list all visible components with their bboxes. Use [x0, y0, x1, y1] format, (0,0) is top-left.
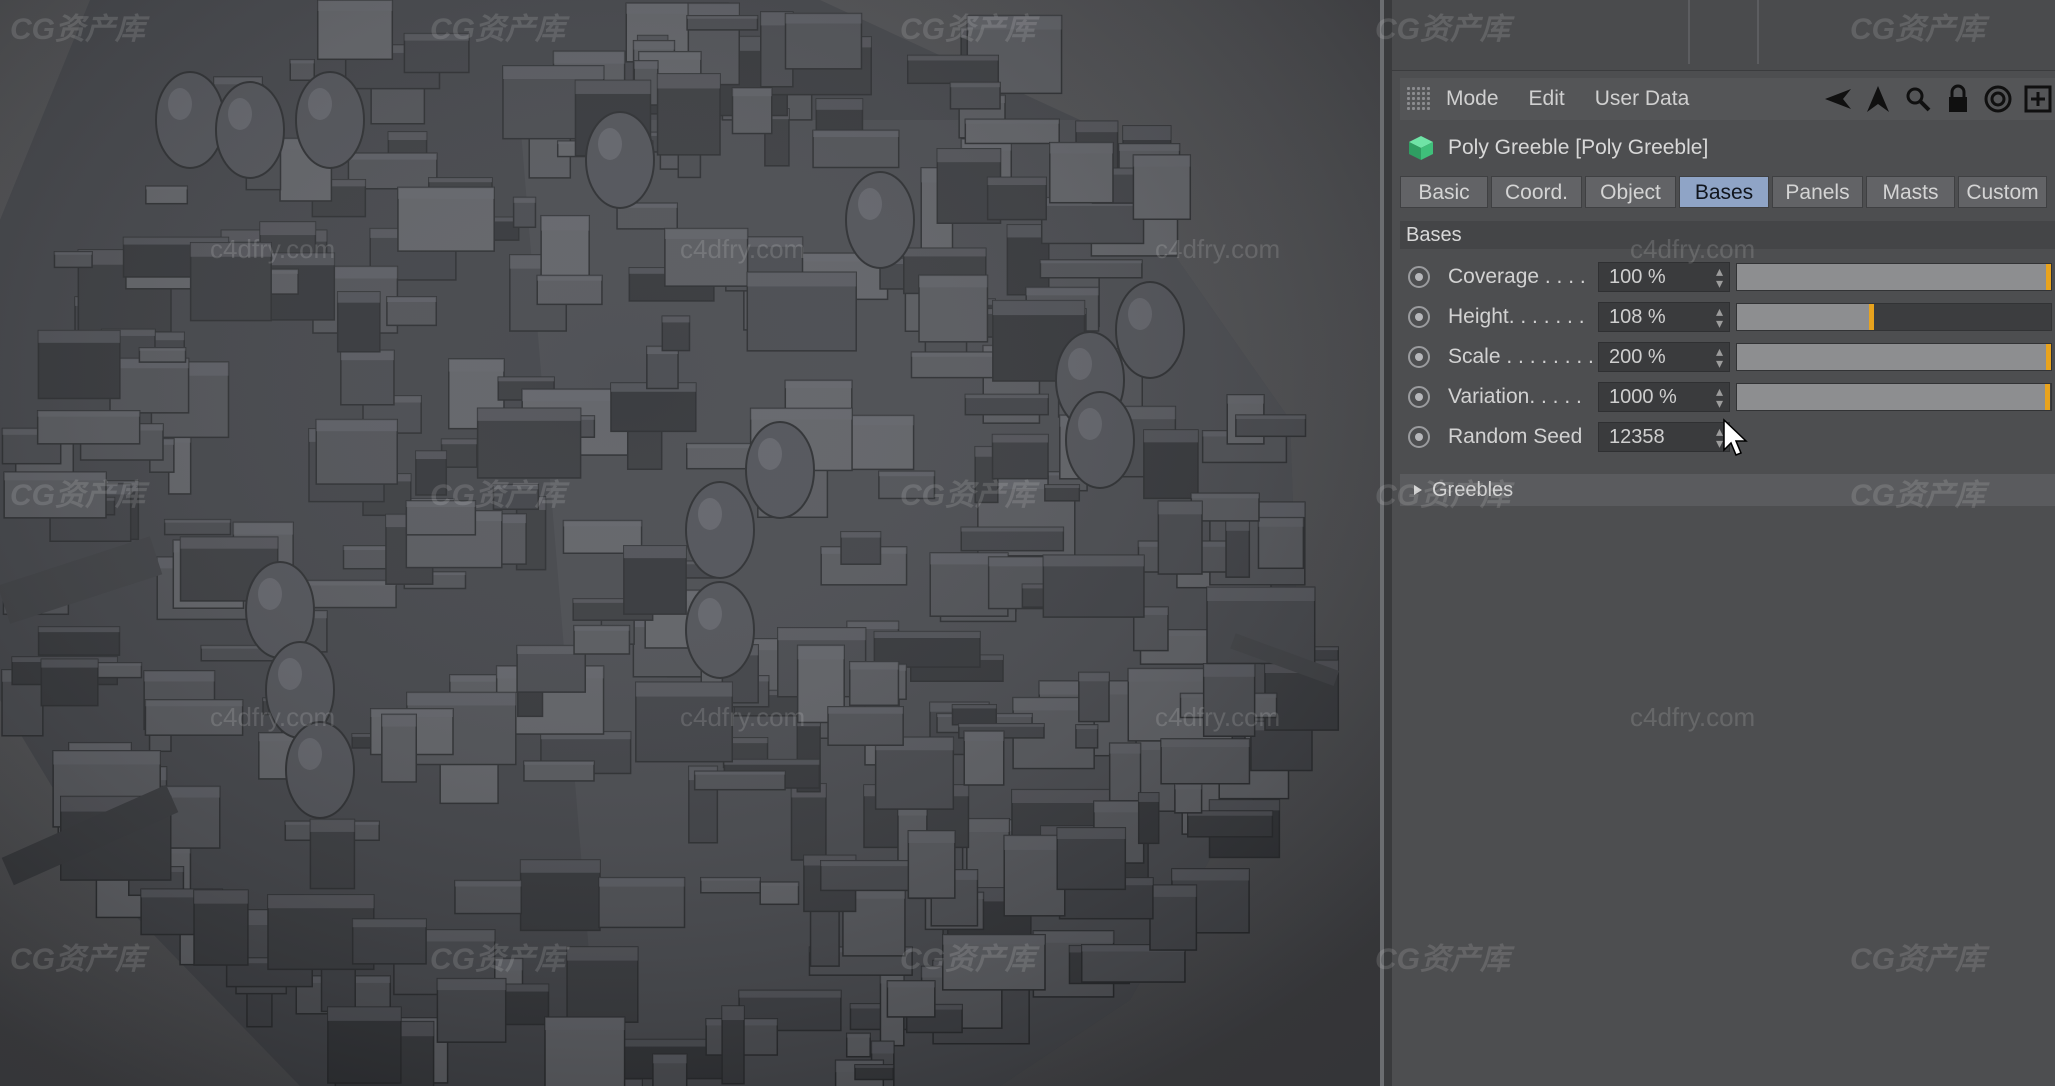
3d-viewport[interactable]: [0, 0, 1380, 1086]
add-icon[interactable]: [2021, 82, 2055, 116]
random-seed-input[interactable]: 12358 ▴ ▾: [1598, 422, 1730, 452]
attribute-manager: Mode Edit User Data Poly Greeble [Poly G…: [1392, 0, 2055, 1086]
param-height: Height. . . . . . . 108 % ▴ ▾: [1400, 299, 2055, 335]
tab-object[interactable]: Object: [1585, 176, 1676, 208]
cg-watermark: CG资产库: [430, 13, 565, 46]
variation-slider[interactable]: [1736, 383, 2052, 411]
spinner-arrows-icon[interactable]: ▴ ▾: [1716, 384, 1723, 410]
animate-radio-icon[interactable]: [1408, 306, 1430, 328]
arrow-left-icon[interactable]: [1821, 82, 1855, 116]
arrow-up-icon[interactable]: [1861, 82, 1895, 116]
site-watermark: c4dfry.com: [210, 234, 336, 264]
cg-watermark: CG资产库: [1850, 943, 1985, 976]
spinner-arrows-icon[interactable]: ▴ ▾: [1716, 264, 1723, 290]
cg-watermark: CG资产库: [10, 13, 145, 46]
panel-divider-shadow: [1384, 0, 1392, 1086]
cg-watermark: CG资产库: [1375, 943, 1510, 976]
spinner-arrows-icon[interactable]: ▴ ▾: [1716, 304, 1723, 330]
animate-radio-icon[interactable]: [1408, 426, 1430, 448]
attribute-menubar: Mode Edit User Data: [1400, 78, 2055, 120]
height-input[interactable]: 108 % ▴ ▾: [1598, 302, 1730, 332]
scale-slider[interactable]: [1736, 343, 2052, 371]
site-watermark: c4dfry.com: [210, 702, 336, 732]
cg-watermark: CG资产库: [1850, 479, 1985, 512]
animate-radio-icon[interactable]: [1408, 386, 1430, 408]
tab-coord[interactable]: Coord.: [1491, 176, 1582, 208]
param-scale: Scale . . . . . . . . 200 % ▴ ▾: [1400, 339, 2055, 375]
param-label: Coverage . . . .: [1448, 265, 1586, 288]
param-label: Height. . . . . . .: [1448, 305, 1585, 328]
tab-masts[interactable]: Masts: [1866, 176, 1955, 208]
menu-mode[interactable]: Mode: [1446, 87, 1499, 111]
param-label: Random Seed: [1448, 425, 1583, 448]
cg-watermark: CG资产库: [430, 479, 565, 512]
coverage-input[interactable]: 100 % ▴ ▾: [1598, 262, 1730, 292]
mouse-cursor-icon: [1722, 418, 1748, 463]
object-title: Poly Greeble [Poly Greeble]: [1448, 136, 1709, 159]
cg-watermark: CG资产库: [900, 943, 1035, 976]
tab-custom[interactable]: Custom: [1958, 176, 2047, 208]
variation-input[interactable]: 1000 % ▴ ▾: [1598, 382, 1730, 412]
site-watermark: c4dfry.com: [1630, 234, 1756, 264]
cg-watermark: CG资产库: [1850, 13, 1985, 46]
cg-watermark: CG资产库: [1375, 13, 1510, 46]
site-watermark: c4dfry.com: [1155, 234, 1281, 264]
lock-icon[interactable]: [1941, 82, 1975, 116]
cg-watermark: CG资产库: [10, 943, 145, 976]
spinner-arrows-icon[interactable]: ▴ ▾: [1716, 344, 1723, 370]
greeble-cube-icon: [1408, 135, 1434, 161]
param-variation: Variation. . . . . 1000 % ▴ ▾: [1400, 379, 2055, 415]
attribute-tabs: Basic Coord. Object Bases Panels Masts C…: [1400, 176, 2055, 210]
site-watermark: c4dfry.com: [680, 234, 806, 264]
cg-watermark: CG资产库: [10, 479, 145, 512]
cg-watermark: CG资产库: [900, 479, 1035, 512]
cg-watermark: CG资产库: [1375, 479, 1510, 512]
tab-panels[interactable]: Panels: [1772, 176, 1863, 208]
cg-watermark: CG资产库: [900, 13, 1035, 46]
param-label: Variation. . . . .: [1448, 385, 1582, 408]
target-icon[interactable]: [1981, 82, 2015, 116]
coverage-slider[interactable]: [1736, 263, 2052, 291]
object-header: Poly Greeble [Poly Greeble]: [1400, 128, 1708, 168]
tab-bases[interactable]: Bases: [1679, 176, 1769, 208]
param-label: Scale . . . . . . . .: [1448, 345, 1594, 368]
search-icon[interactable]: [1901, 82, 1935, 116]
menu-user-data[interactable]: User Data: [1595, 87, 1690, 111]
animate-radio-icon[interactable]: [1408, 346, 1430, 368]
scale-input[interactable]: 200 % ▴ ▾: [1598, 342, 1730, 372]
grip-icon[interactable]: [1406, 86, 1432, 112]
height-slider[interactable]: [1736, 303, 2052, 331]
cg-watermark: CG资产库: [430, 943, 565, 976]
site-watermark: c4dfry.com: [1630, 702, 1756, 732]
site-watermark: c4dfry.com: [1155, 702, 1281, 732]
tab-basic[interactable]: Basic: [1400, 176, 1488, 208]
menu-edit[interactable]: Edit: [1529, 87, 1565, 111]
greeble-model-render: [0, 0, 1380, 1086]
site-watermark: c4dfry.com: [680, 702, 806, 732]
animate-radio-icon[interactable]: [1408, 266, 1430, 288]
